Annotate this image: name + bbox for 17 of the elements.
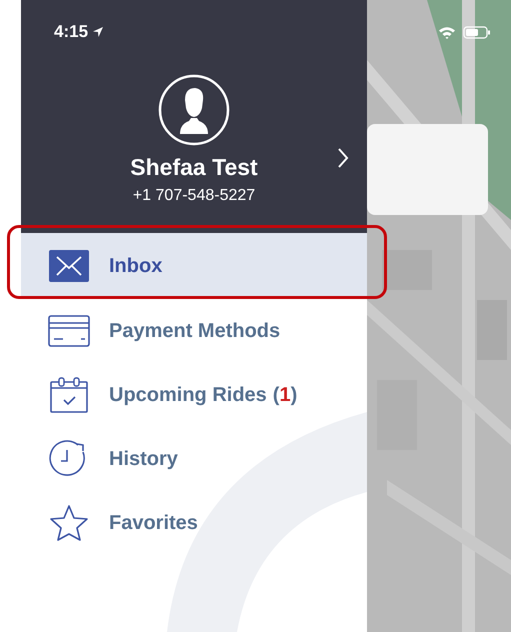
menu-item[interactable]: History [21,427,367,491]
menu-item[interactable]: Favorites [21,491,367,555]
status-time: 4:15 [54,22,88,42]
avatar-icon [158,74,230,146]
menu-item[interactable]: Inbox [21,233,367,299]
calendar-icon [48,377,90,413]
chevron-right-icon[interactable] [337,147,349,169]
menu-item[interactable]: Upcoming Rides (1) [21,363,367,427]
location-arrow-icon [92,26,104,38]
profile-phone: +1 707-548-5227 [132,187,256,205]
battery-icon [463,26,491,39]
profile-name: Shefaa Test [130,154,258,181]
star-icon [48,504,90,542]
credit-card-icon [48,315,90,347]
menu-item[interactable]: Payment Methods [21,299,367,363]
wifi-icon [438,26,456,39]
envelope-icon [48,250,90,282]
